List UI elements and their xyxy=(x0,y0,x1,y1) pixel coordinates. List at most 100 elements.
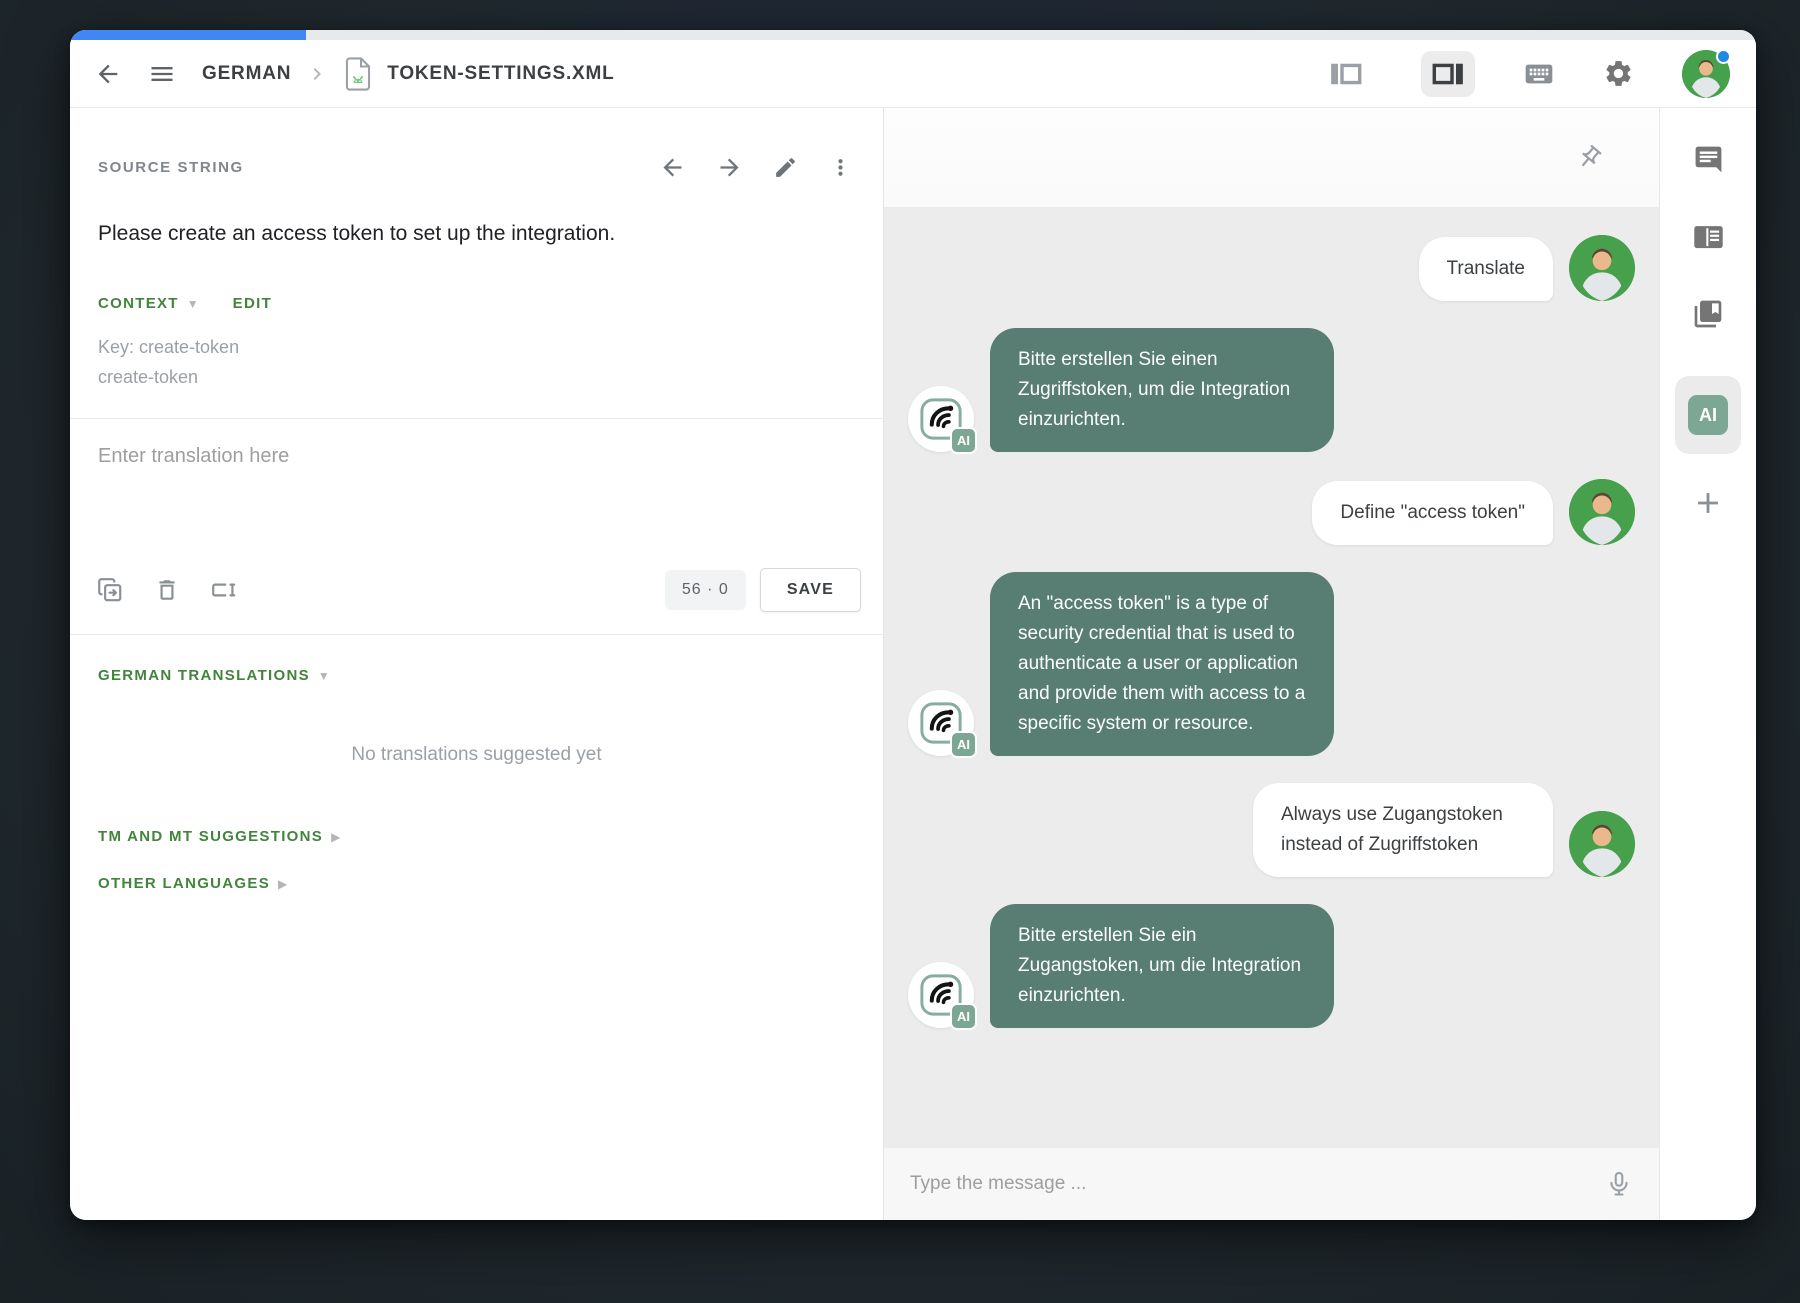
app-window: GERMAN TOKEN-SETTINGS.XML xyxy=(70,30,1756,1220)
progress-bar xyxy=(70,30,1756,40)
user-avatar[interactable] xyxy=(1682,50,1730,98)
breadcrumb-language[interactable]: GERMAN xyxy=(202,63,291,85)
context-toggle[interactable]: CONTEXT xyxy=(98,295,179,312)
settings-button[interactable] xyxy=(1603,58,1634,89)
chat-header xyxy=(884,108,1659,207)
next-string-button[interactable] xyxy=(716,154,743,181)
arrow-right-icon xyxy=(716,154,743,181)
message-bubble: An "access token" is a type of security … xyxy=(990,572,1334,756)
kebab-menu-icon xyxy=(828,155,853,180)
ai-assistant-avatar: AI xyxy=(908,690,974,756)
breadcrumb: GERMAN TOKEN-SETTINGS.XML xyxy=(202,57,615,91)
pencil-icon xyxy=(773,155,798,180)
keyboard-icon xyxy=(1523,58,1555,90)
hamburger-menu-icon xyxy=(148,60,176,88)
ai-badge: AI xyxy=(950,731,977,758)
clear-translation-button[interactable] xyxy=(154,577,180,603)
source-string-text: Please create an access token to set up … xyxy=(98,219,855,249)
more-options-button[interactable] xyxy=(828,155,853,180)
microphone-icon xyxy=(1605,1170,1633,1198)
translation-toolbar: 56 · 0 SAVE xyxy=(70,568,883,634)
user-avatar xyxy=(1569,235,1635,301)
layout-right-panel-button[interactable] xyxy=(1421,51,1475,97)
translation-editor xyxy=(70,419,883,568)
copy-source-icon xyxy=(96,576,124,604)
tools-sidebar: AI xyxy=(1659,108,1756,1220)
glossary-tab-button[interactable] xyxy=(1692,298,1724,330)
keyboard-shortcuts-button[interactable] xyxy=(1523,58,1555,90)
editor-panel: SOURCE STRING Please create an access to… xyxy=(70,108,884,1220)
chat-input-bar xyxy=(884,1148,1659,1220)
ai-assistant-avatar: AI xyxy=(908,386,974,452)
online-status-dot xyxy=(1716,49,1731,64)
ai-tool-badge: AI xyxy=(1688,395,1728,435)
add-panel-button[interactable] xyxy=(1691,486,1725,520)
ai-chat-panel: Translate AI Bitte erstellen Sie einen Z… xyxy=(884,108,1659,1220)
trash-icon xyxy=(154,577,180,603)
arrow-back-icon xyxy=(94,60,122,88)
source-string-label: SOURCE STRING xyxy=(98,159,629,176)
translation-input[interactable] xyxy=(98,445,855,563)
gear-icon xyxy=(1603,58,1634,89)
other-languages-section-header: OTHER LANGUAGES ▶ xyxy=(98,875,855,892)
comments-tab-button[interactable] xyxy=(1693,144,1724,175)
top-bar: GERMAN TOKEN-SETTINGS.XML xyxy=(70,40,1756,108)
chat-message-input[interactable] xyxy=(910,1173,1605,1195)
context-row: CONTEXT ▼ EDIT xyxy=(98,295,855,312)
plus-icon xyxy=(1691,486,1725,520)
previous-string-button[interactable] xyxy=(659,154,686,181)
chat-message-ai: AI An "access token" is a type of securi… xyxy=(908,572,1635,756)
suggestions-section: GERMAN TRANSLATIONS ▼ No translations su… xyxy=(70,635,883,892)
chevron-right-collapsed-icon: ▶ xyxy=(331,830,340,844)
edit-source-button[interactable] xyxy=(773,155,798,180)
chat-message-user: Always use Zugangstoken instead of Zugri… xyxy=(908,783,1635,877)
progress-bar-fill xyxy=(70,30,306,40)
message-bubble: Translate xyxy=(1419,237,1554,301)
context-edit-button[interactable]: EDIT xyxy=(233,295,272,312)
ai-badge: AI xyxy=(950,427,977,454)
ai-badge: AI xyxy=(950,1003,977,1030)
mic-button[interactable] xyxy=(1605,1170,1633,1198)
pin-chat-button[interactable] xyxy=(1576,144,1603,171)
chat-message-ai: AI Bitte erstellen Sie ein Zugangstoken,… xyxy=(908,904,1635,1028)
translations-header-toggle[interactable]: GERMAN TRANSLATIONS xyxy=(98,667,310,684)
chat-message-list[interactable]: Translate AI Bitte erstellen Sie einen Z… xyxy=(884,207,1659,1148)
panel-left-layout-icon xyxy=(1330,60,1362,88)
main-content: SOURCE STRING Please create an access to… xyxy=(70,108,1756,1220)
back-button[interactable] xyxy=(94,60,122,88)
ai-assistant-tab-button[interactable]: AI xyxy=(1675,376,1741,454)
chevron-down-icon: ▼ xyxy=(187,297,199,311)
layout-left-panel-button[interactable] xyxy=(1319,51,1373,97)
context-details: Key: create-token create-token xyxy=(98,332,855,392)
message-bubble: Bitte erstellen Sie einen Zugriffstoken,… xyxy=(990,328,1334,452)
chevron-down-icon: ▼ xyxy=(318,669,330,683)
user-avatar xyxy=(1569,811,1635,877)
chevron-right-icon xyxy=(305,62,329,86)
no-translations-message: No translations suggested yet xyxy=(70,744,883,766)
context-key-value: create-token xyxy=(98,362,855,392)
breadcrumb-file-name[interactable]: TOKEN-SETTINGS.XML xyxy=(387,63,614,85)
panel-right-layout-icon xyxy=(1432,60,1464,88)
copy-source-button[interactable] xyxy=(96,576,124,604)
book-bookmark-icon xyxy=(1692,298,1724,330)
top-bar-actions xyxy=(1319,50,1730,98)
chat-message-user: Translate xyxy=(908,235,1635,301)
arrow-left-icon xyxy=(659,154,686,181)
character-counter: 56 · 0 xyxy=(665,570,746,610)
save-button[interactable]: SAVE xyxy=(760,568,861,612)
context-key-line: Key: create-token xyxy=(98,332,855,362)
message-bubble: Define "access token" xyxy=(1312,481,1553,545)
other-languages-header-toggle[interactable]: OTHER LANGUAGES xyxy=(98,875,270,892)
user-avatar xyxy=(1569,479,1635,545)
tm-mt-header-toggle[interactable]: TM AND MT SUGGESTIONS xyxy=(98,828,323,845)
comment-icon xyxy=(1693,144,1724,175)
chevron-right-collapsed-icon: ▶ xyxy=(278,877,287,891)
translations-section-header: GERMAN TRANSLATIONS ▼ xyxy=(98,667,855,684)
menu-button[interactable] xyxy=(148,60,176,88)
pushpin-icon xyxy=(1576,144,1603,171)
chat-message-user: Define "access token" xyxy=(908,479,1635,545)
text-cursor-button[interactable] xyxy=(210,576,238,604)
file-type-android-icon xyxy=(343,57,373,91)
textbox-cursor-icon xyxy=(210,576,238,604)
context-info-tab-button[interactable] xyxy=(1693,221,1724,252)
